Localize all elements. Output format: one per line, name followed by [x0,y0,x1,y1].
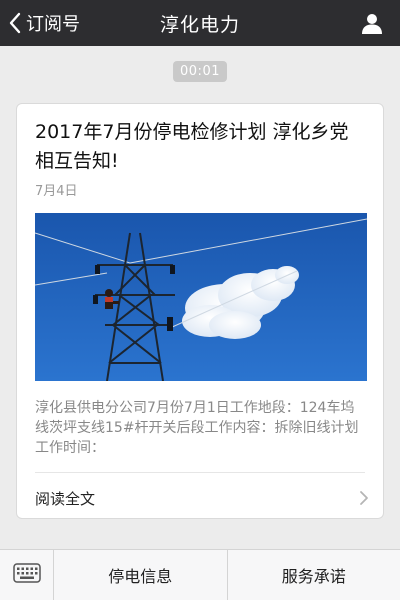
keyboard-toggle-button[interactable] [0,550,54,600]
chevron-left-icon [8,12,22,34]
article-cover-image [35,213,367,381]
bottom-menu-bar: 停电信息 服务承诺 [0,549,400,600]
card-divider [35,472,365,473]
page-title: 淳化电力 [159,13,240,36]
back-label: 订阅号 [26,14,80,35]
article-date: 7月4日 [35,184,78,199]
keyboard-icon [12,563,41,587]
person-icon [360,14,384,39]
message-timestamp: 00:01 [173,61,227,82]
back-button[interactable]: 订阅号 [8,0,80,46]
profile-button[interactable] [360,11,384,35]
article-title: 2017年7月份停电检修计划 淳化乡党相互告知! [35,121,349,172]
menu-item-service-commitment[interactable]: 服务承诺 [226,550,400,600]
menu-item-outage-info[interactable]: 停电信息 [54,550,227,600]
article-card[interactable]: 2017年7月份停电检修计划 淳化乡党相互告知! 7月4日 淳化县供电分公司7月… [16,103,384,519]
chevron-right-icon [359,490,369,506]
top-navbar: 订阅号 淳化电力 [0,0,400,46]
read-more-label: 阅读全文 [35,489,96,508]
read-more-link[interactable]: 阅读全文 [35,482,369,514]
article-summary: 淳化县供电分公司7月份7月1日工作地段：124车坞线茨坪支线15#杆开关后段工作… [35,400,359,456]
